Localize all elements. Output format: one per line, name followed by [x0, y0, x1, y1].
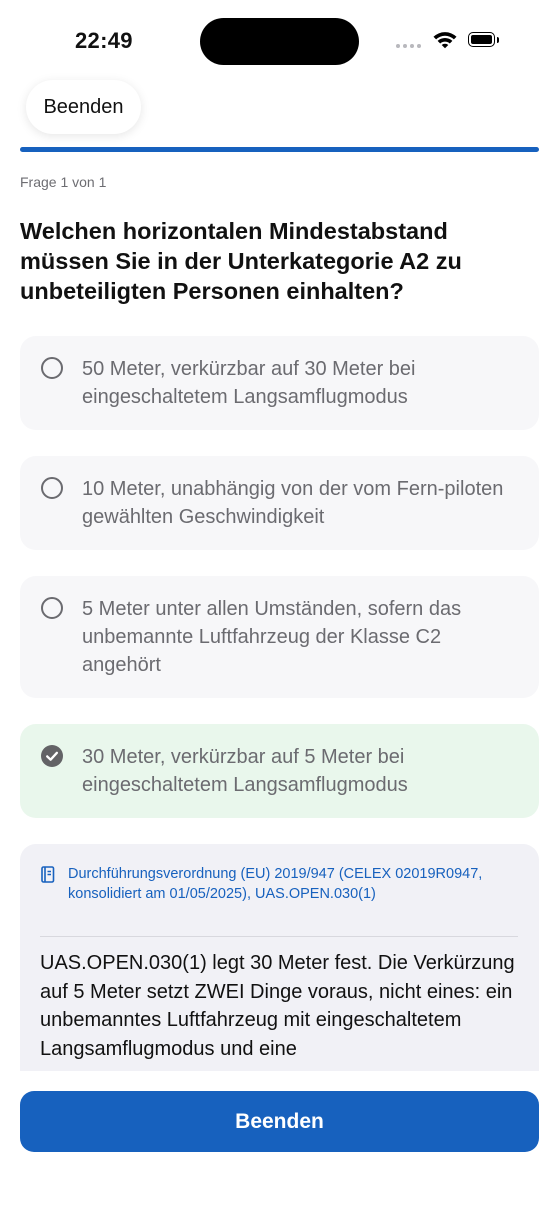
answer-option-label: 10 Meter, unabhängig von der vom Fern-pi…	[82, 478, 504, 528]
explanation-panel: Durchführungsverordnung (EU) 2019/947 (C…	[20, 844, 539, 1071]
status-time: 22:49	[75, 28, 133, 53]
wifi-icon	[433, 32, 457, 49]
progress-fill	[20, 147, 539, 152]
quiz-progress-bar	[20, 147, 539, 152]
answer-option-4[interactable]: 30 Meter, verkürzbar auf 5 Meter bei ein…	[20, 724, 539, 818]
radio-empty-icon	[41, 597, 63, 619]
answer-option-label: 50 Meter, verkürzbar auf 30 Meter bei ei…	[82, 358, 416, 408]
radio-empty-icon	[41, 357, 63, 379]
question-text: Welchen horizontalen Mindestabstand müss…	[20, 218, 462, 304]
explanation-text: UAS.OPEN.030(1) legt 30 Meter fest. Die …	[40, 952, 515, 1060]
reference-text: Durchführungsverordnung (EU) 2019/947 (C…	[68, 866, 483, 902]
radio-empty-icon	[41, 477, 63, 499]
cellular-signal-icon	[396, 44, 421, 48]
divider	[40, 936, 518, 937]
status-bar: 22:49	[0, 0, 559, 80]
answer-option-2[interactable]: 10 Meter, unabhängig von der vom Fern-pi…	[20, 456, 539, 550]
dynamic-island	[200, 18, 359, 65]
answer-option-label: 5 Meter unter allen Umständen, sofern da…	[82, 598, 462, 676]
end-quiz-button[interactable]: Beenden	[26, 80, 141, 134]
answer-option-3[interactable]: 5 Meter unter allen Umständen, sofern da…	[20, 576, 539, 698]
checkmark-circle-icon	[41, 745, 63, 767]
question-counter: Frage 1 von 1	[20, 174, 107, 190]
answer-option-label: 30 Meter, verkürzbar auf 5 Meter bei ein…	[82, 746, 408, 796]
answer-option-1[interactable]: 50 Meter, verkürzbar auf 30 Meter bei ei…	[20, 336, 539, 430]
legal-reference: Durchführungsverordnung (EU) 2019/947 (C…	[40, 865, 520, 904]
book-icon	[41, 866, 55, 883]
battery-icon	[468, 32, 500, 49]
finish-button[interactable]: Beenden	[20, 1091, 539, 1152]
